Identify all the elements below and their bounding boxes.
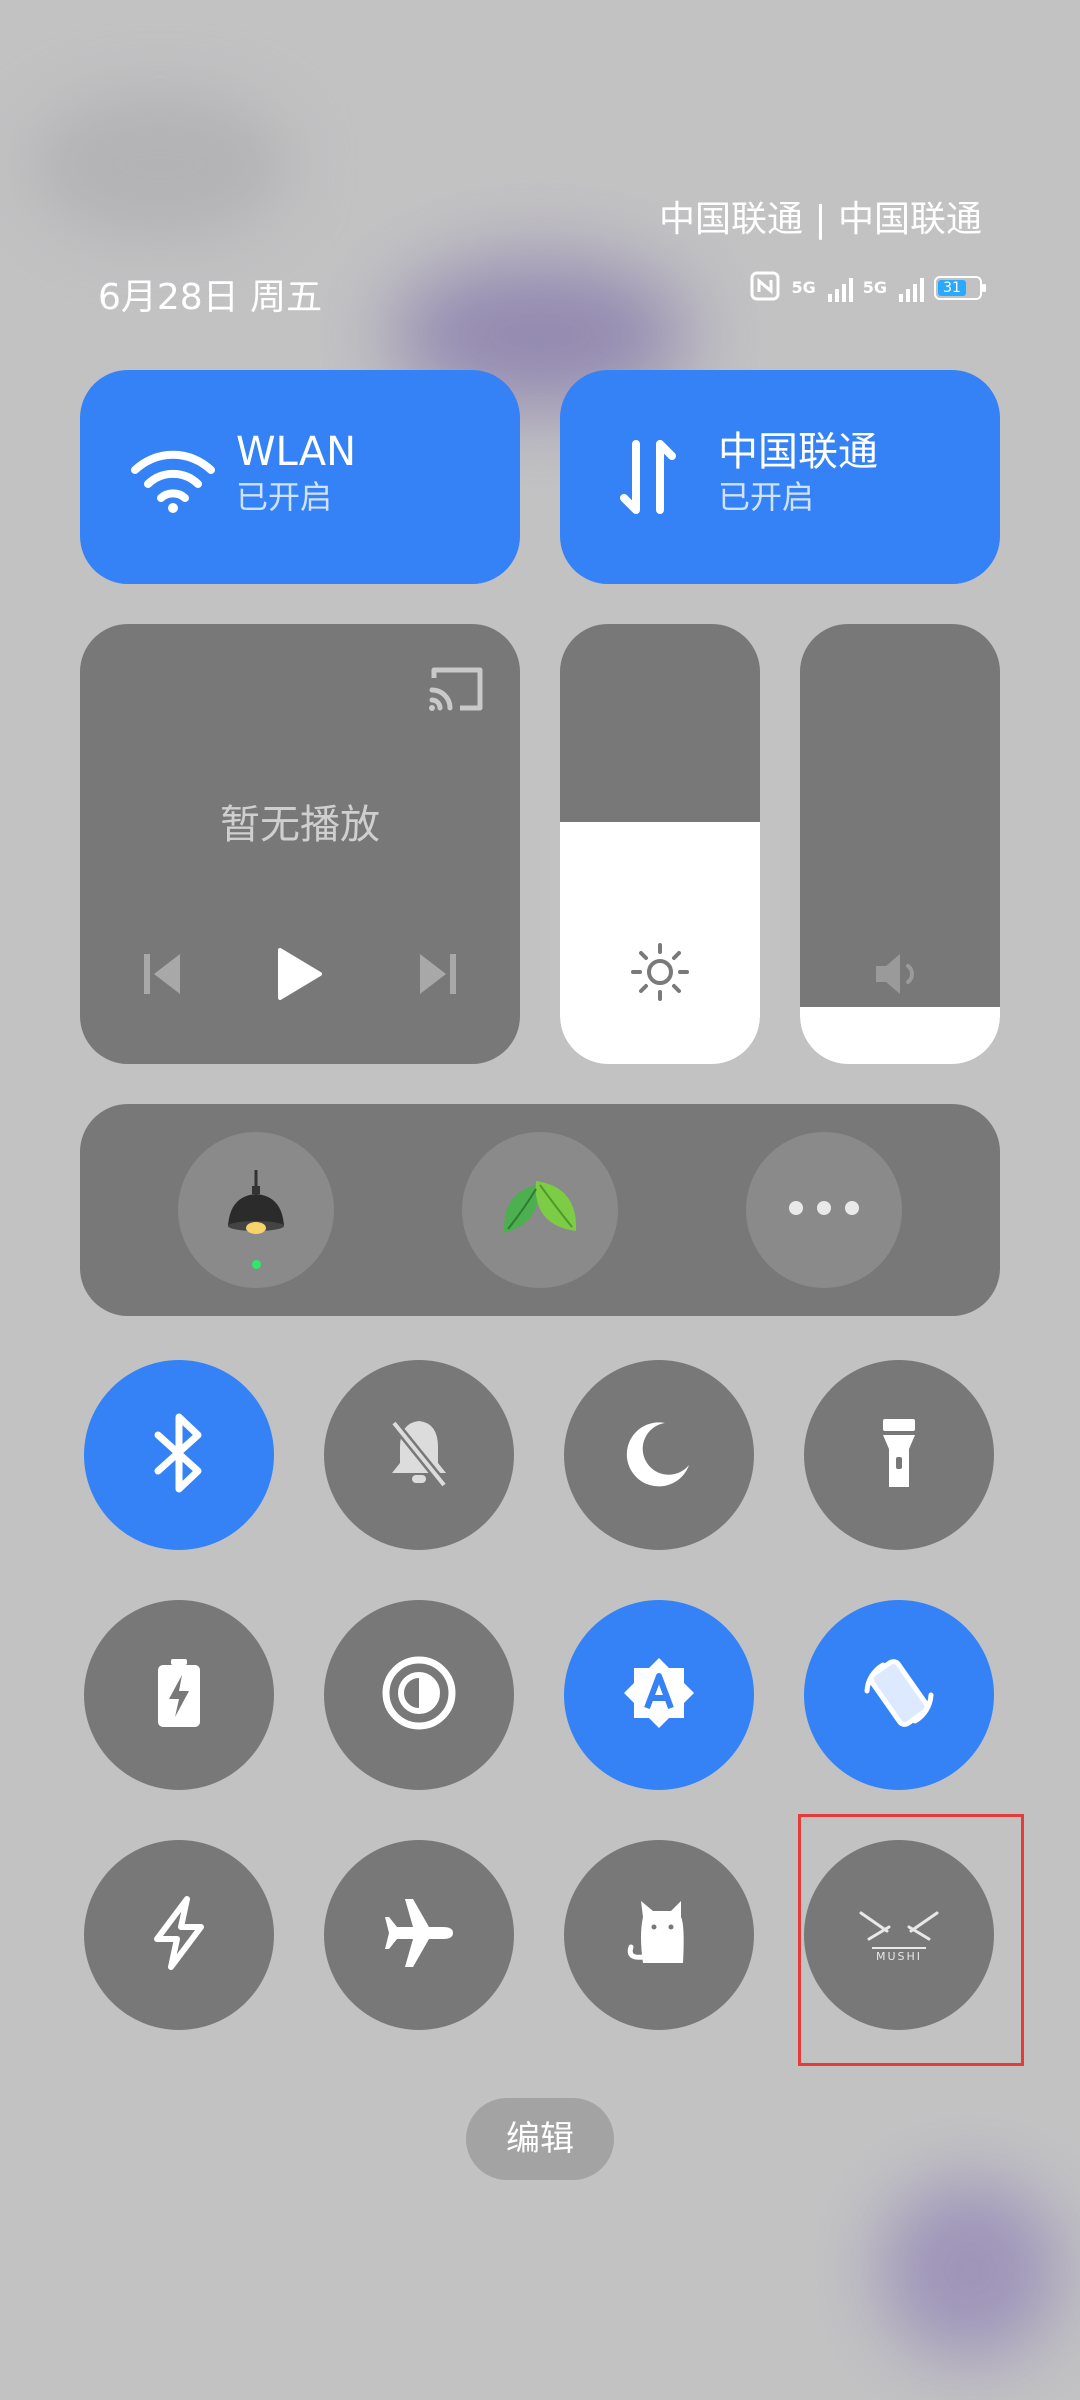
mute-bell-icon [384,1415,454,1495]
bg-blob [880,2180,1060,2360]
status-icons: 5G 5G 31 [749,270,986,306]
highlight-box [798,1814,1024,2066]
bg-blob [30,90,290,240]
auto-brightness-toggle[interactable] [564,1600,754,1790]
bluetooth-toggle[interactable] [84,1360,274,1550]
airplane-icon [381,1895,457,1975]
previous-icon[interactable] [142,952,182,1000]
mobile-data-tile[interactable]: 中国联通 已开启 [560,370,1000,584]
edit-button[interactable]: 编辑 [466,2098,614,2180]
scene-eco[interactable] [462,1132,618,1288]
volume-fill [800,1006,1000,1064]
network-type-1: 5G [791,278,816,297]
mobile-data-status: 已开启 [718,478,815,516]
battery-level: 31 [938,280,966,296]
date-label: 6月28日 周五 [98,277,323,318]
network-type-2: 5G [862,278,887,297]
scene-more[interactable] [746,1132,902,1288]
moon-icon [623,1417,695,1493]
data-arrows-icon [618,434,678,524]
cat-app-icon [621,1895,697,1975]
scene-bar [80,1104,1000,1316]
wlan-tile[interactable]: WLAN 已开启 [80,370,520,584]
dark-mode-icon [381,1655,457,1735]
play-icon[interactable] [276,946,324,1006]
active-indicator [252,1260,261,1269]
battery-icon: 31 [934,276,986,300]
signal-icon [827,274,853,302]
more-icon [787,1200,861,1220]
scene-lamp[interactable] [178,1132,334,1288]
leaf-icon [498,1173,582,1247]
auto-brightness-icon [622,1656,696,1734]
flashlight-toggle[interactable] [804,1360,994,1550]
cast-icon[interactable] [426,664,486,718]
auto-rotate-icon [857,1651,941,1739]
nfc-icon [749,270,781,306]
media-empty-label: 暂无播放 [220,802,380,848]
lamp-icon [216,1168,296,1252]
auto-rotate-toggle[interactable] [804,1600,994,1790]
sun-icon [630,942,690,1006]
volume-slider[interactable] [800,624,1000,1064]
mobile-data-title: 中国联通 [718,429,878,475]
do-not-disturb-toggle[interactable] [564,1360,754,1550]
dark-mode-toggle[interactable] [324,1600,514,1790]
bluetooth-icon [152,1413,206,1497]
signal-icon [899,274,924,302]
carrier-label: 中国联通 | 中国联通 [658,199,982,240]
cat-app-toggle[interactable] [564,1840,754,2030]
performance-toggle[interactable] [84,1840,274,2030]
airplane-mode-toggle[interactable] [324,1840,514,2030]
battery-saver-icon [155,1657,203,1733]
wifi-icon [130,448,216,518]
media-player-tile[interactable]: 暂无播放 [80,624,520,1064]
flashlight-icon [879,1415,919,1495]
speaker-icon [872,950,928,1002]
next-icon[interactable] [418,952,458,1000]
wlan-status: 已开启 [236,478,333,516]
wlan-title: WLAN [236,429,357,475]
battery-saver-toggle[interactable] [84,1600,274,1790]
brightness-slider[interactable] [560,624,760,1064]
mute-toggle[interactable] [324,1360,514,1550]
performance-icon [149,1895,209,1975]
